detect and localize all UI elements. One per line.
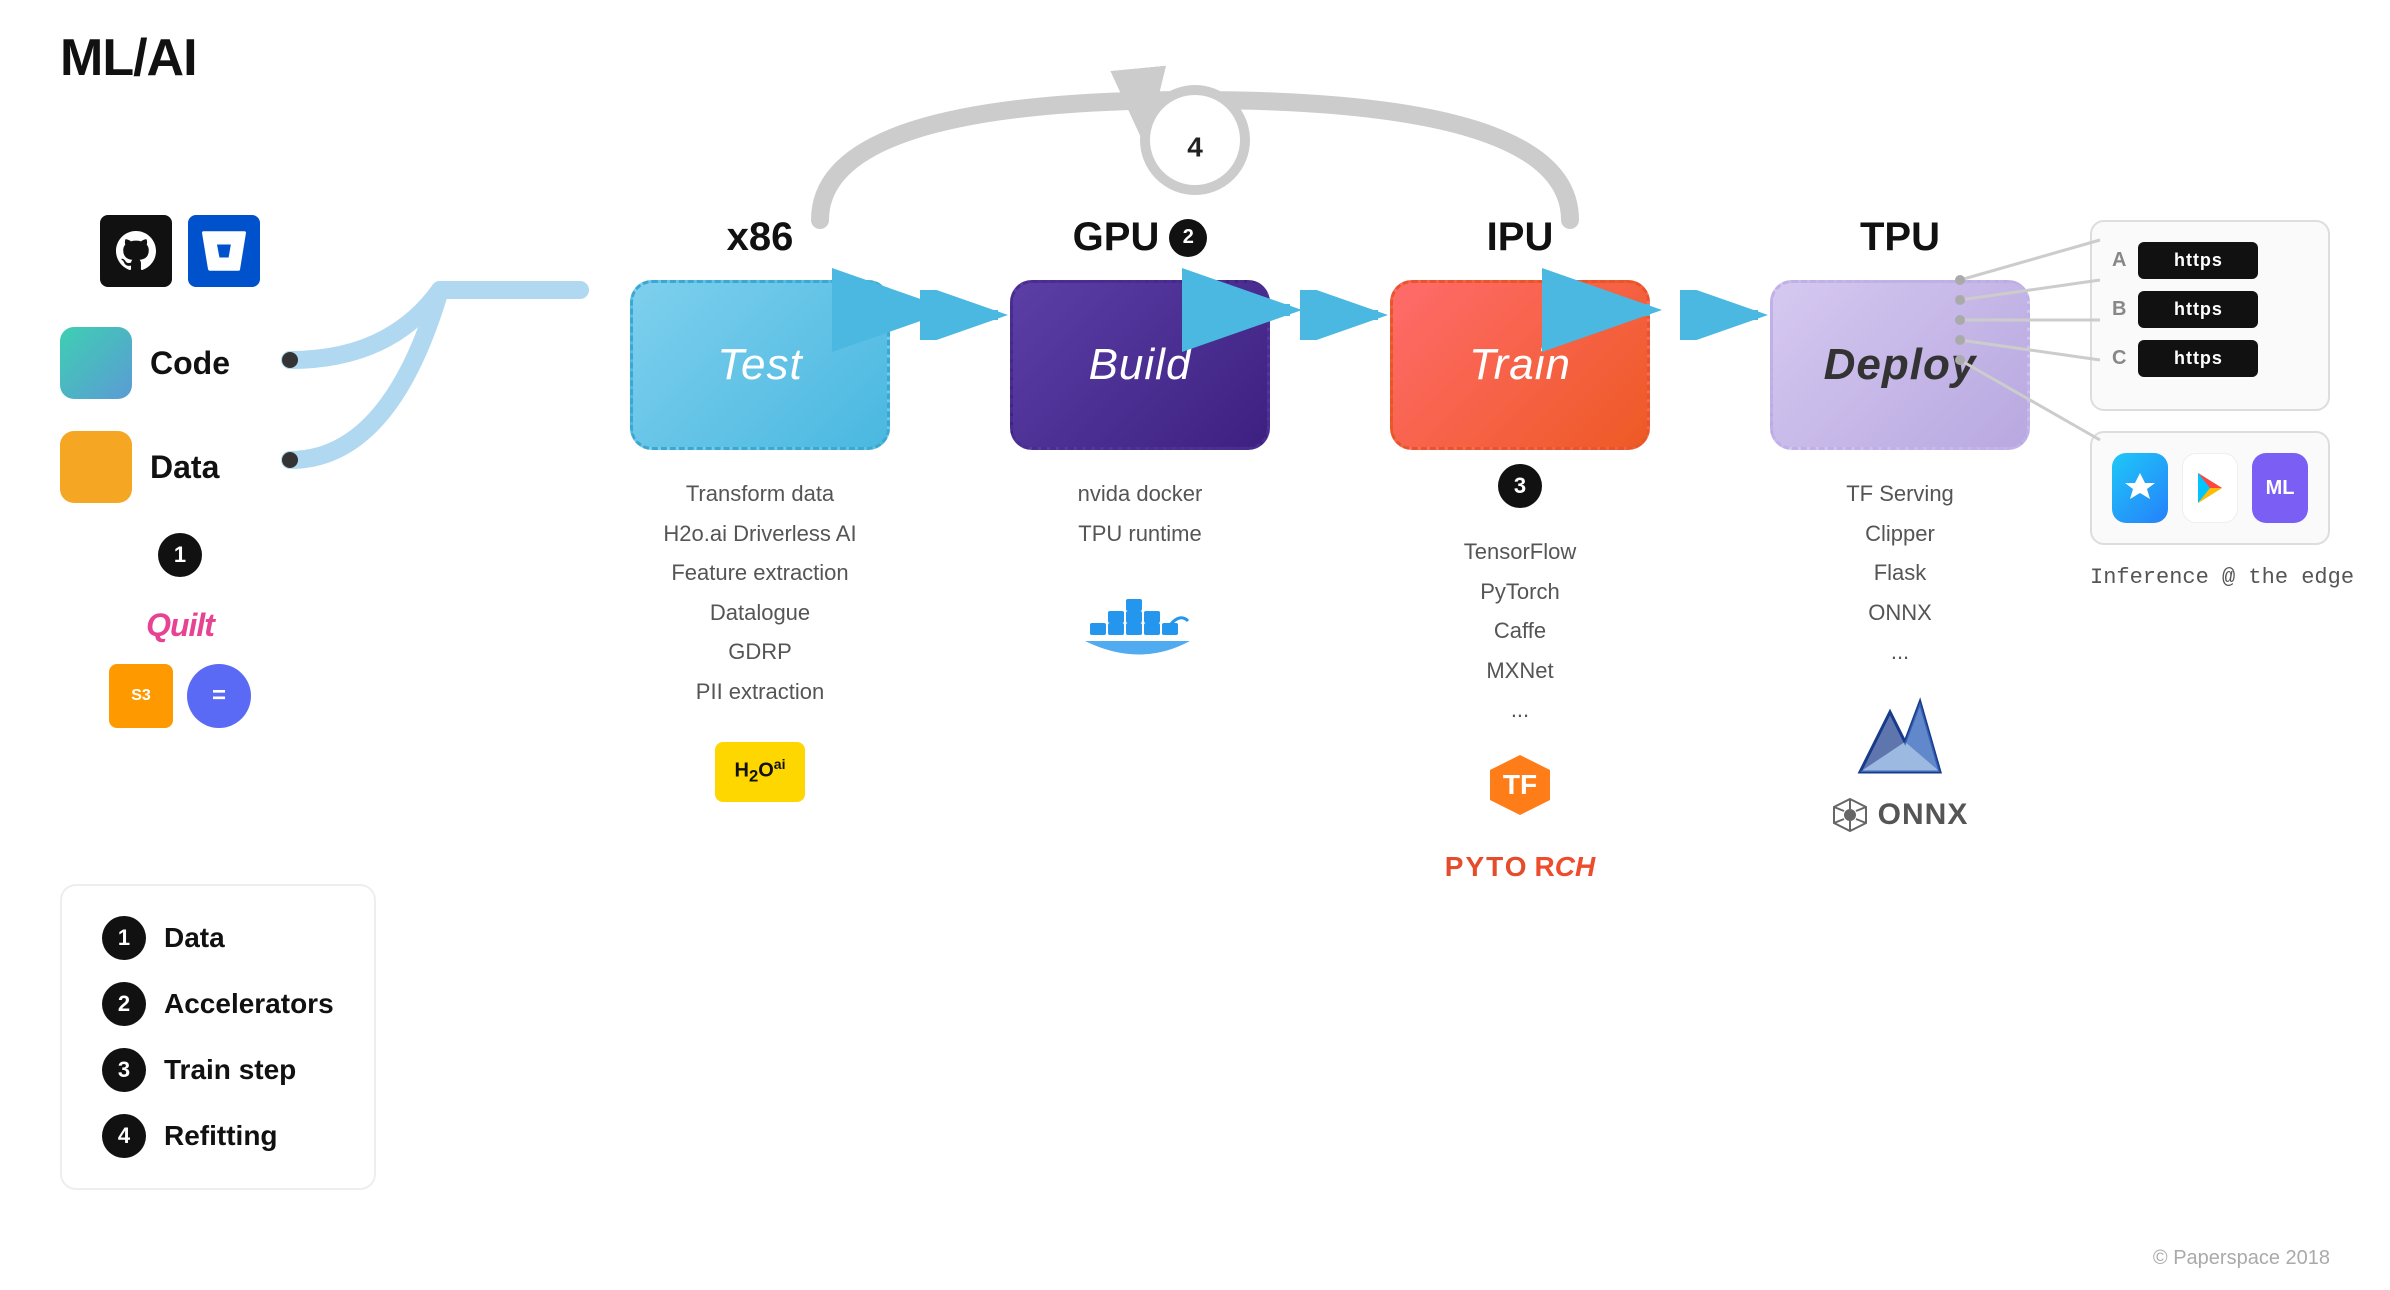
input-badge: 1 [158, 533, 202, 577]
bitbucket-icon [188, 215, 260, 287]
github-icon [100, 215, 172, 287]
legend-item-2: 2 Accelerators [102, 982, 334, 1026]
svg-text:TF: TF [1503, 769, 1537, 800]
code-icon [60, 327, 132, 399]
deploy-stage: TPU Deploy TF ServingClipperFlaskONNX... [1770, 215, 2030, 833]
legend-badge-3: 3 [102, 1048, 146, 1092]
output-section: A https B https C https [2090, 220, 2354, 590]
train-stage-label: IPU [1487, 215, 1554, 260]
test-desc: Transform dataH2o.ai Driverless AIFeatur… [663, 474, 856, 712]
clipper-logo [1840, 692, 1960, 787]
legend-item-4: 4 Refitting [102, 1114, 334, 1158]
legend-badge-4: 4 [102, 1114, 146, 1158]
build-desc: nvida dockerTPU runtime [1078, 474, 1203, 553]
train-stage: IPU Train 3 TensorFlowPyTorchCaffeMXNet.… [1390, 215, 1650, 883]
deploy-desc: TF ServingClipperFlaskONNX... [1846, 474, 1954, 672]
train-step-badge: 3 [1498, 464, 1542, 508]
google-play-icon [2182, 453, 2238, 523]
legend-item-1: 1 Data [102, 916, 334, 960]
code-label: Code [150, 345, 230, 382]
test-stage: x86 Test Transform dataH2o.ai Driverless… [630, 215, 890, 802]
data-label: Data [150, 449, 219, 486]
data-source-icons: S3 = [109, 664, 251, 728]
h2o-logo: H2Oai [715, 742, 805, 802]
data-icon [60, 431, 132, 503]
footer: © Paperspace 2018 [2153, 1247, 2330, 1270]
train-desc: TensorFlowPyTorchCaffeMXNet... [1464, 532, 1576, 730]
data-item: Data [60, 431, 300, 503]
quilt-logo: Quilt [146, 607, 214, 644]
test-stage-label: x86 [727, 215, 794, 260]
deploy-stage-label: TPU [1860, 215, 1940, 260]
tensorflow-logo: TF [1480, 750, 1560, 835]
code-item: Code [60, 327, 300, 399]
gpu-badge: 2 [1169, 219, 1207, 257]
legend: 1 Data 2 Accelerators 3 Train step 4 Ref… [60, 884, 376, 1190]
legend-label-3: Train step [164, 1054, 296, 1086]
app-icons-box: ML [2090, 431, 2330, 545]
https-badge-a: https [2138, 242, 2258, 279]
input-items: Code Data [60, 327, 300, 503]
legend-label-1: Data [164, 922, 225, 954]
app-store-icon [2112, 453, 2168, 523]
build-stage-label: GPU 2 [1073, 215, 1208, 260]
test-box: Test [630, 280, 890, 450]
ml-icon: ML [2252, 453, 2308, 523]
onnx-logo: ONNX [1832, 797, 1969, 833]
pytorch-logo: PYTO RCH [1445, 851, 1595, 883]
page-title: ML/AI [60, 28, 197, 88]
endpoint-b: B https [2112, 291, 2308, 328]
docker-logo [1080, 583, 1200, 678]
legend-label-2: Accelerators [164, 988, 334, 1020]
endpoints-box: A https B https C https [2090, 220, 2330, 411]
svg-text:4: 4 [1187, 131, 1203, 162]
pachyderm-icon: = [187, 664, 251, 728]
train-box: Train [1390, 280, 1650, 450]
legend-badge-2: 2 [102, 982, 146, 1026]
https-badge-c: https [2138, 340, 2258, 377]
vcs-icons [100, 215, 260, 287]
endpoint-a: A https [2112, 242, 2308, 279]
build-box: Build [1010, 280, 1270, 450]
arrow-2 [1300, 290, 1390, 345]
https-badge-b: https [2138, 291, 2258, 328]
legend-badge-1: 1 [102, 916, 146, 960]
arrow-3 [1680, 290, 1770, 345]
legend-item-3: 3 Train step [102, 1048, 334, 1092]
build-stage: GPU 2 Build nvida dockerTPU runtime [1010, 215, 1270, 678]
arrow-1 [920, 290, 1010, 345]
inference-text: Inference @ the edge [2090, 565, 2354, 590]
endpoint-c: C https [2112, 340, 2308, 377]
legend-label-4: Refitting [164, 1120, 278, 1152]
s3-icon: S3 [109, 664, 173, 728]
deploy-box: Deploy [1770, 280, 2030, 450]
